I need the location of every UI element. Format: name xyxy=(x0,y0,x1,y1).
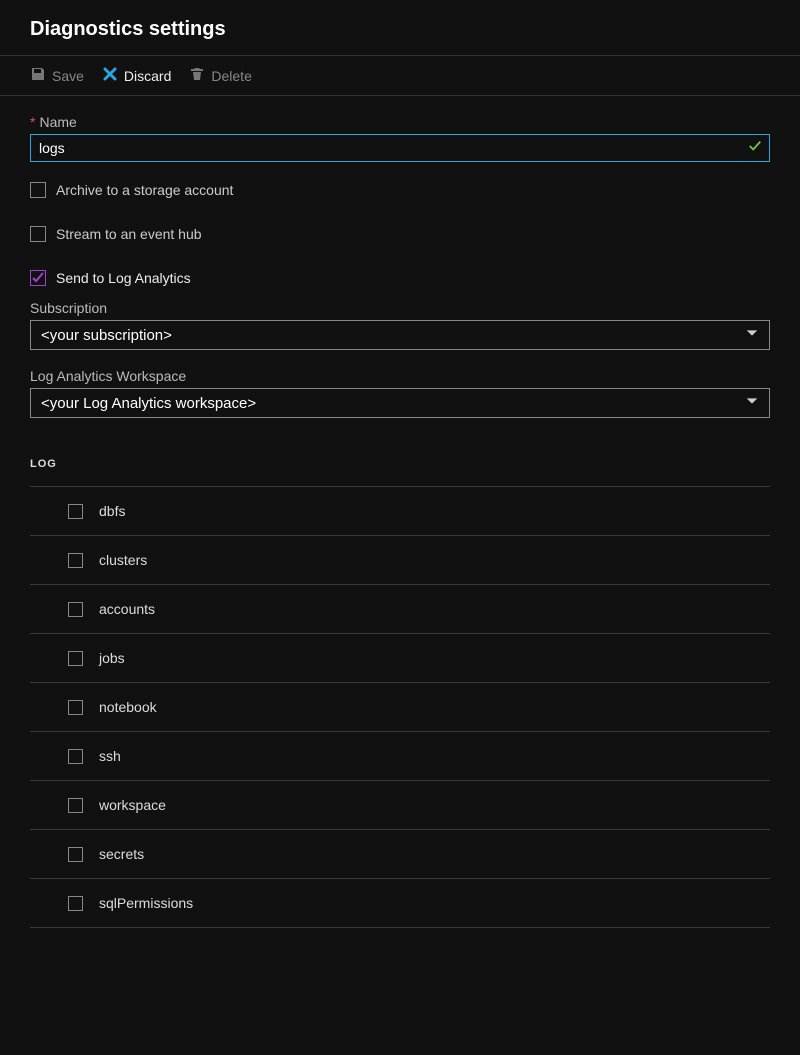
log-label: workspace xyxy=(99,797,166,813)
log-analytics-label: Send to Log Analytics xyxy=(56,270,191,286)
subscription-label: Subscription xyxy=(30,300,770,316)
archive-checkbox[interactable] xyxy=(30,182,46,198)
workspace-label: Log Analytics Workspace xyxy=(30,368,770,384)
chevron-down-icon xyxy=(745,394,759,412)
name-input-wrap xyxy=(30,134,770,162)
archive-option[interactable]: Archive to a storage account xyxy=(30,182,770,198)
log-row[interactable]: sqlPermissions xyxy=(30,879,770,928)
log-analytics-option[interactable]: Send to Log Analytics xyxy=(30,270,770,286)
archive-label: Archive to a storage account xyxy=(56,182,233,198)
toolbar: Save Discard Delete xyxy=(0,56,800,96)
log-row[interactable]: secrets xyxy=(30,830,770,879)
name-label: * Name xyxy=(30,114,770,130)
subscription-select[interactable]: <your subscription> xyxy=(30,320,770,350)
delete-button[interactable]: Delete xyxy=(189,66,251,85)
log-checkbox[interactable] xyxy=(68,553,83,568)
log-label: notebook xyxy=(99,699,157,715)
log-label: clusters xyxy=(99,552,147,568)
log-checkbox[interactable] xyxy=(68,896,83,911)
discard-button[interactable]: Discard xyxy=(102,66,171,85)
log-row[interactable]: ssh xyxy=(30,732,770,781)
name-field: * Name xyxy=(30,114,770,162)
log-row[interactable]: clusters xyxy=(30,536,770,585)
log-label: ssh xyxy=(99,748,121,764)
stream-label: Stream to an event hub xyxy=(56,226,202,242)
log-section-heading: LOG xyxy=(30,458,770,470)
log-label: dbfs xyxy=(99,503,125,519)
log-checkbox[interactable] xyxy=(68,847,83,862)
log-row[interactable]: notebook xyxy=(30,683,770,732)
log-label: accounts xyxy=(99,601,155,617)
log-row[interactable]: accounts xyxy=(30,585,770,634)
save-button[interactable]: Save xyxy=(30,66,84,85)
delete-icon xyxy=(189,66,205,85)
save-icon xyxy=(30,66,46,85)
name-input[interactable] xyxy=(30,134,770,162)
log-checkbox[interactable] xyxy=(68,504,83,519)
log-checkbox[interactable] xyxy=(68,749,83,764)
required-indicator: * xyxy=(30,114,35,130)
discard-label: Discard xyxy=(124,68,171,84)
workspace-select[interactable]: <your Log Analytics workspace> xyxy=(30,388,770,418)
log-row[interactable]: workspace xyxy=(30,781,770,830)
subscription-value: <your subscription> xyxy=(41,327,172,344)
log-row[interactable]: dbfs xyxy=(30,487,770,536)
content-area: * Name Archive to a storage account Stre… xyxy=(0,96,800,928)
workspace-value: <your Log Analytics workspace> xyxy=(41,395,256,412)
log-row[interactable]: jobs xyxy=(30,634,770,683)
delete-label: Delete xyxy=(211,68,251,84)
log-label: sqlPermissions xyxy=(99,895,193,911)
name-label-text: Name xyxy=(39,114,76,130)
log-list: dbfs clusters accounts jobs notebook ssh… xyxy=(30,486,770,928)
log-checkbox[interactable] xyxy=(68,700,83,715)
stream-option[interactable]: Stream to an event hub xyxy=(30,226,770,242)
panel-header: Diagnostics settings xyxy=(0,0,800,56)
stream-checkbox[interactable] xyxy=(30,226,46,242)
log-label: secrets xyxy=(99,846,144,862)
log-analytics-checkbox[interactable] xyxy=(30,270,46,286)
log-analytics-subsection: Subscription <your subscription> Log Ana… xyxy=(30,300,770,418)
log-checkbox[interactable] xyxy=(68,651,83,666)
log-checkbox[interactable] xyxy=(68,798,83,813)
page-title: Diagnostics settings xyxy=(30,18,770,41)
log-label: jobs xyxy=(99,650,125,666)
save-label: Save xyxy=(52,68,84,84)
discard-icon xyxy=(102,66,118,85)
log-checkbox[interactable] xyxy=(68,602,83,617)
chevron-down-icon xyxy=(745,326,759,344)
